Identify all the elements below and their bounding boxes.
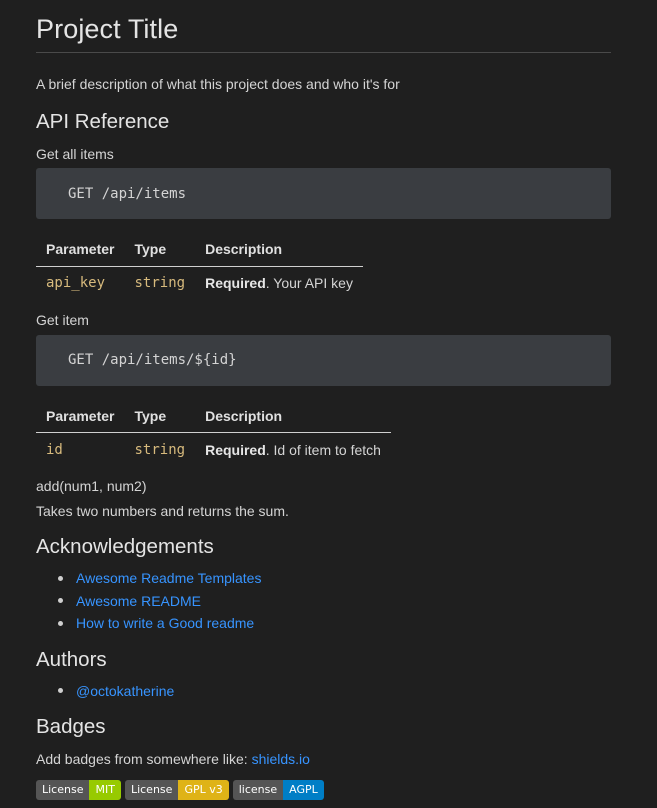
list-item: Awesome README [58,590,611,613]
required-label: Required [205,275,266,291]
function-signature: add(num1, num2) [36,478,147,494]
header-description: Description [195,233,363,267]
param-name: id [46,441,63,458]
params-table-get-item: Parameter Type Description id string Req… [36,399,391,467]
badges-intro: Add badges from somewhere like: shields.… [36,749,611,769]
authors-heading: Authors [36,647,107,671]
project-description: A brief description of what this project… [36,76,400,92]
required-label: Required [205,441,266,458]
acknowledgements-heading: Acknowledgements [36,535,214,558]
table-row: api_key string Required. Your API key [36,266,363,300]
list-item: Awesome Readme Templates [58,567,611,590]
bullet-icon [58,598,63,603]
title-divider [36,52,611,53]
badge-license-mit[interactable]: License MIT [36,780,121,800]
code-block-get-item: GET /api/items/${id} [36,334,611,386]
api-reference-heading: API Reference [36,110,170,133]
code-get-item: GET /api/items/${id} [68,352,237,368]
link-how-to-write-good-readme[interactable]: How to write a Good readme [76,615,254,631]
code-block-get-all: GET /api/items [36,168,611,219]
header-parameter: Parameter [36,233,125,267]
header-description: Description [195,399,391,433]
table-header-row: Parameter Type Description [36,399,391,433]
get-item-label: Get item [36,311,89,328]
link-author-octokatherine[interactable]: @octokatherine [76,683,174,699]
link-shields-io[interactable]: shields.io [252,751,310,767]
table-row: id string Required. Id of item to fetch [36,433,391,467]
description-text: . Your API key [265,275,353,291]
badges-intro-text: Add badges from somewhere like: [36,751,252,767]
param-description: Required. Id of item to fetch [195,433,391,467]
header-type: Type [124,233,196,267]
badge-value: MIT [89,780,121,800]
readme-preview: Project Title A brief description of wha… [0,0,657,808]
link-awesome-readme-templates[interactable]: Awesome Readme Templates [76,570,261,586]
badge-label: license [232,780,284,800]
badge-value: AGPL [283,780,324,800]
page-title: Project Title [36,14,179,44]
badge-license-agpl[interactable]: license AGPL [232,780,324,800]
bullet-icon [58,688,63,693]
acknowledgements-list: Awesome Readme Templates Awesome README … [36,567,611,635]
param-type: string [134,275,186,291]
bullet-icon [58,575,63,581]
badge-license-gpl[interactable]: License GPL v3 [124,780,229,800]
param-type: string [134,441,186,458]
header-type: Type [124,399,196,433]
badge-label: License [124,780,179,800]
badges-heading: Badges [36,715,106,738]
header-parameter: Parameter [36,399,125,433]
link-awesome-readme[interactable]: Awesome README [76,593,201,609]
list-item: @octokatherine [58,680,611,703]
badge-row: License MIT License GPL v3 license AGPL [36,780,611,800]
function-description: Takes two numbers and returns the sum. [36,503,289,519]
badge-value: GPL v3 [178,780,229,800]
bullet-icon [58,620,63,626]
table-header-row: Parameter Type Description [36,233,363,267]
code-get-all: GET /api/items [68,185,187,202]
param-name: api_key [46,275,106,291]
list-item: How to write a Good readme [58,612,611,635]
badge-label: License [36,780,90,800]
get-all-items-label: Get all items [36,146,114,162]
authors-list: @octokatherine [36,680,611,703]
description-text: . Id of item to fetch [265,441,381,458]
param-description: Required. Your API key [195,266,363,300]
params-table-get-all: Parameter Type Description api_key strin… [36,233,363,300]
